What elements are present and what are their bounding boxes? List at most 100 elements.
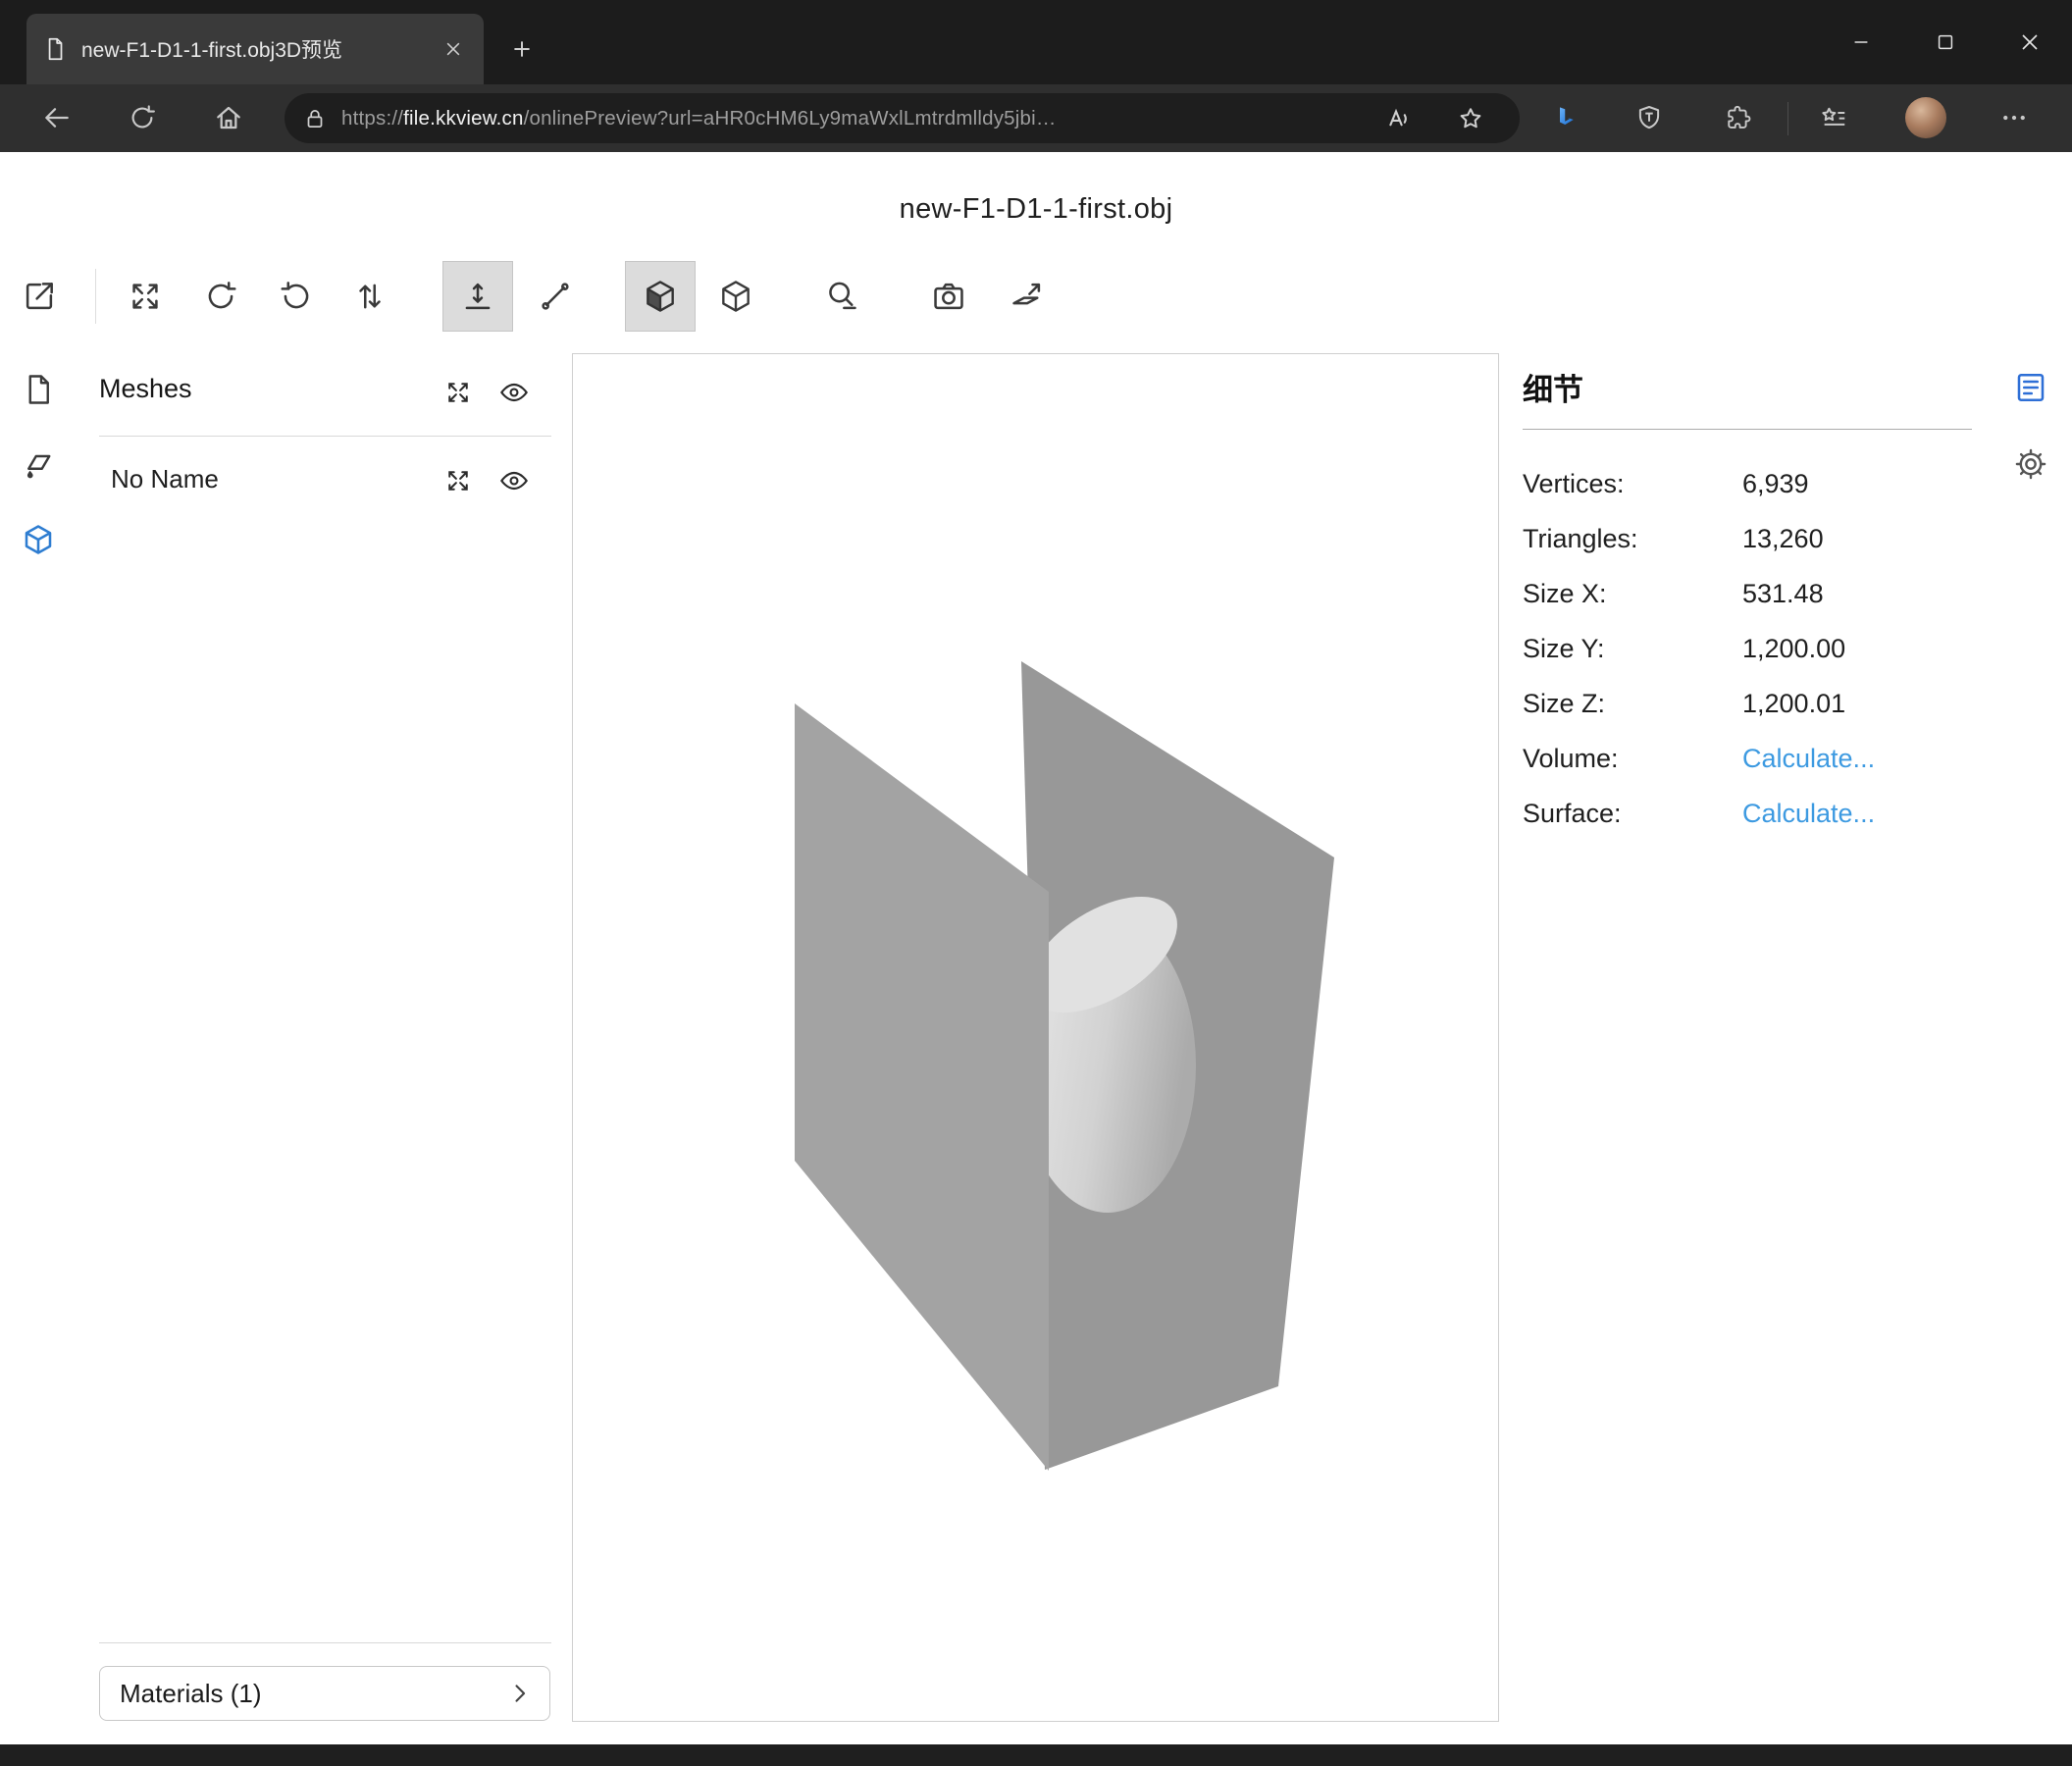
screenshot-button[interactable]: [921, 269, 976, 324]
fit-view-button[interactable]: [118, 269, 173, 324]
new-tab-button[interactable]: [498, 26, 545, 73]
minimize-button[interactable]: [1819, 0, 1903, 84]
home-button[interactable]: [205, 94, 252, 141]
visibility-all-button[interactable]: [494, 373, 534, 412]
browser-navbar: https://file.kkview.cn/onlinePreview?url…: [0, 84, 2072, 152]
materials-icon: [21, 447, 56, 483]
maximize-button[interactable]: [1903, 0, 1988, 84]
file-info-tab[interactable]: [17, 368, 60, 411]
drop-to-floor-icon: [459, 278, 496, 315]
detail-value: 1,200.00: [1742, 634, 1845, 664]
file-document-icon: [21, 372, 56, 407]
rotate-right-icon: [278, 278, 315, 315]
mesh-list-item[interactable]: No Name: [111, 464, 219, 494]
fit-mesh-icon: [443, 466, 473, 495]
detail-label: Surface:: [1523, 799, 1742, 829]
rotate-left-button[interactable]: [193, 269, 248, 324]
fit-all-icon: [443, 378, 473, 407]
url-path: /onlinePreview?url=aHR0cHM6Ly9maWxlLmtrd…: [524, 107, 1057, 130]
eye-icon: [498, 377, 530, 408]
detail-row-surface: Surface: Calculate...: [1523, 786, 1972, 841]
browser-menu-icon[interactable]: [1991, 94, 2038, 141]
settings-gear-icon: [2013, 446, 2048, 482]
detail-label: Triangles:: [1523, 524, 1742, 554]
rotate-right-button[interactable]: [269, 269, 324, 324]
navbar-separator: [1787, 102, 1788, 135]
address-bar[interactable]: https://file.kkview.cn/onlinePreview?url…: [285, 93, 1520, 143]
zoom-to-mesh-button[interactable]: [439, 461, 478, 500]
url-text: https://file.kkview.cn/onlinePreview?url…: [341, 107, 1057, 130]
browser-titlebar: new-F1-D1-1-first.obj3D预览: [0, 0, 2072, 84]
panel-divider: [99, 436, 551, 437]
settings-button[interactable]: [2009, 442, 2052, 486]
lock-icon[interactable]: [302, 106, 328, 131]
browser-tab[interactable]: new-F1-D1-1-first.obj3D预览: [26, 14, 484, 84]
page-title: new-F1-D1-1-first.obj: [0, 193, 2072, 226]
back-button[interactable]: [33, 94, 80, 141]
fit-all-button[interactable]: [439, 373, 478, 412]
eye-icon: [498, 465, 530, 496]
flip-vertical-button[interactable]: [342, 269, 397, 324]
refresh-button[interactable]: [119, 94, 166, 141]
details-underline: [1523, 429, 1972, 430]
details-header: 细节: [1523, 365, 1583, 409]
camera-icon: [930, 278, 967, 315]
detail-value: 1,200.01: [1742, 689, 1845, 719]
details-list-icon: [2013, 370, 2048, 405]
detail-label: Vertices:: [1523, 469, 1742, 499]
meshes-panel-header: Meshes: [99, 374, 192, 404]
materials-button[interactable]: Materials (1): [99, 1666, 550, 1721]
window-bottom-bar: [0, 1744, 2072, 1766]
detail-row-size-x: Size X: 531.48: [1523, 566, 1972, 621]
close-button[interactable]: [1988, 0, 2072, 84]
rotate-left-icon: [202, 278, 239, 315]
shield-extension-icon[interactable]: [1626, 94, 1673, 141]
calculate-surface-link[interactable]: Calculate...: [1742, 799, 1875, 829]
extensions-puzzle-icon[interactable]: [1714, 94, 1761, 141]
meshes-tab[interactable]: [17, 518, 60, 561]
viewport-3d[interactable]: [572, 353, 1499, 1722]
line-tool-icon: [537, 278, 574, 315]
detail-row-size-z: Size Z: 1,200.01: [1523, 676, 1972, 731]
materials-button-label: Materials (1): [120, 1679, 261, 1709]
detail-label: Size Y:: [1523, 634, 1742, 664]
detail-label: Volume:: [1523, 744, 1742, 774]
measure-button[interactable]: [814, 269, 869, 324]
chevron-right-icon: [506, 1680, 534, 1707]
open-file-button[interactable]: [12, 269, 67, 324]
detail-row-triangles: Triangles: 13,260: [1523, 511, 1972, 566]
model-plane-left: [795, 703, 1049, 1471]
calculate-volume-link[interactable]: Calculate...: [1742, 744, 1875, 774]
details-panel-toggle[interactable]: [2009, 366, 2052, 409]
bing-discover-icon[interactable]: [1541, 94, 1588, 141]
detail-value: 13,260: [1742, 524, 1824, 554]
profile-avatar[interactable]: [1905, 97, 1946, 138]
materials-tab[interactable]: [17, 443, 60, 487]
detail-label: Size X:: [1523, 579, 1742, 609]
tab-favicon-document-icon: [42, 36, 68, 62]
favorites-bar-icon[interactable]: [1810, 94, 1857, 141]
url-domain: file.kkview.cn: [403, 107, 523, 130]
measure-icon: [823, 278, 860, 315]
model-render: [573, 354, 1498, 1721]
toggle-mesh-visibility-button[interactable]: [494, 461, 534, 500]
meshes-cube-icon: [21, 522, 56, 557]
export-icon: [1009, 278, 1046, 315]
read-aloud-icon[interactable]: [1380, 103, 1412, 134]
wireframe-view-button[interactable]: [708, 269, 763, 324]
open-file-icon: [21, 278, 58, 315]
shaded-view-icon: [642, 278, 679, 315]
detail-value: 6,939: [1742, 469, 1809, 499]
wireframe-view-icon: [717, 278, 754, 315]
line-tool-button[interactable]: [528, 269, 583, 324]
export-button[interactable]: [1000, 269, 1055, 324]
drop-to-floor-button[interactable]: [442, 261, 513, 332]
tab-close-icon[interactable]: [439, 34, 468, 64]
detail-value: 531.48: [1742, 579, 1824, 609]
detail-row-volume: Volume: Calculate...: [1523, 731, 1972, 786]
favorite-star-icon[interactable]: [1455, 103, 1486, 134]
flip-vertical-icon: [351, 278, 388, 315]
detail-label: Size Z:: [1523, 689, 1742, 719]
url-protocol: https://: [341, 107, 403, 130]
shaded-view-button[interactable]: [625, 261, 696, 332]
